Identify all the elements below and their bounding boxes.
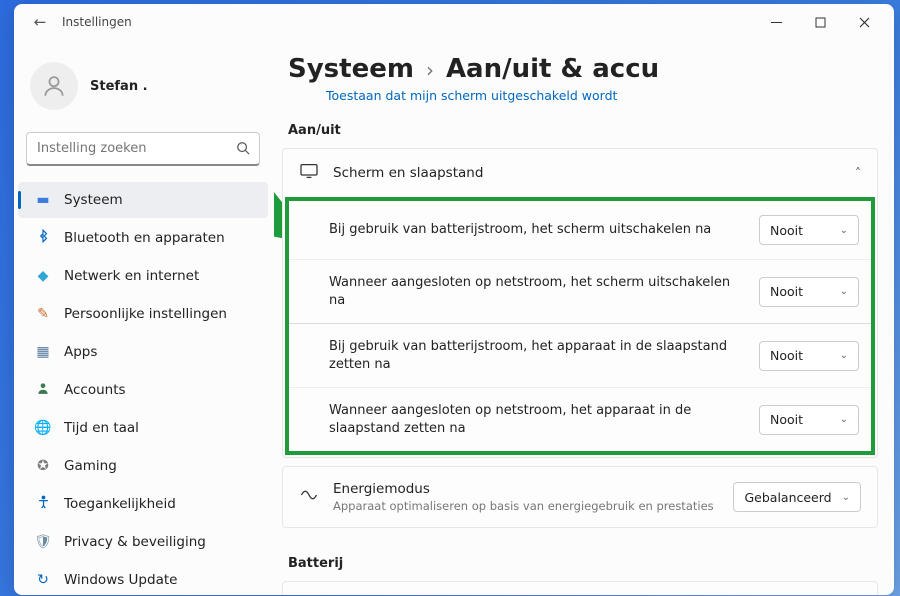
dropdown-value: Nooit: [770, 412, 803, 427]
back-button[interactable]: ←: [22, 13, 58, 31]
nav-list: ▬ Systeem Bluetooth en apparaten ◆ Netwe…: [18, 182, 268, 595]
highlighted-settings-group: Bij gebruik van batterijstroom, het sche…: [285, 197, 875, 455]
window-title: Instellingen: [62, 15, 132, 29]
dropdown-plugged-screen[interactable]: Nooit ⌄: [759, 277, 859, 307]
search-icon: [236, 141, 250, 159]
energy-mode-card: Energiemodus Apparaat optimaliseren op b…: [282, 466, 878, 528]
sidebar-item-apps[interactable]: ▦ Apps: [18, 334, 268, 370]
breadcrumb: Systeem › Aan/uit & accu: [282, 44, 878, 90]
chevron-down-icon: ⌄: [840, 225, 848, 236]
battery-saver-row[interactable]: Batterijbesparing De levensduur van de b…: [283, 582, 877, 595]
sidebar-item-label: Gaming: [64, 458, 117, 474]
sidebar-item-label: Netwerk en internet: [64, 268, 199, 284]
section-label-battery: Batterij: [282, 536, 878, 581]
setting-row-plugged-sleep: Wanneer aangesloten op netstroom, het ap…: [289, 387, 871, 451]
apps-icon: ▦: [34, 344, 52, 360]
sidebar-item-label: Apps: [64, 344, 97, 360]
accessibility-icon: [34, 495, 52, 514]
sidebar-item-label: Windows Update: [64, 572, 177, 588]
sidebar-item-label: Privacy & beveiliging: [64, 534, 206, 550]
globe-icon: 🌐: [34, 420, 52, 436]
breadcrumb-parent[interactable]: Systeem: [288, 54, 414, 84]
dropdown-value: Gebalanceerd: [744, 490, 831, 505]
card-subtitle: Apparaat optimaliseren op basis van ener…: [333, 499, 733, 513]
setting-label: Bij gebruik van batterijstroom, het appa…: [329, 338, 759, 373]
sidebar-item-label: Toegankelijkheid: [64, 496, 176, 512]
search-input[interactable]: [26, 132, 260, 166]
shield-icon: 🛡: [34, 534, 52, 550]
bluetooth-icon: [34, 229, 52, 247]
profile-name: Stefan .: [90, 79, 148, 94]
sidebar-item-systeem[interactable]: ▬ Systeem: [18, 182, 268, 218]
dropdown-battery-sleep[interactable]: Nooit ⌄: [759, 341, 859, 371]
section-label-power: Aan/uit: [282, 103, 878, 148]
user-icon: [34, 381, 52, 399]
setting-label: Bij gebruik van batterijstroom, het sche…: [329, 221, 759, 239]
maximize-button[interactable]: [798, 7, 842, 37]
sidebar-item-bluetooth[interactable]: Bluetooth en apparaten: [18, 220, 268, 256]
dropdown-value: Nooit: [770, 284, 803, 299]
energy-icon: [299, 487, 323, 507]
sidebar-item-accounts[interactable]: Accounts: [18, 372, 268, 408]
chevron-up-icon: ˄: [855, 166, 861, 180]
screen-sleep-card: Scherm en slaapstand ˄ Bij gebruik van b…: [282, 148, 878, 458]
card-title: Energiemodus: [333, 481, 733, 497]
setting-row-battery-screen: Bij gebruik van batterijstroom, het sche…: [289, 201, 871, 259]
avatar: [30, 62, 78, 110]
sidebar-item-tijd[interactable]: 🌐 Tijd en taal: [18, 410, 268, 446]
minimize-button[interactable]: [754, 7, 798, 37]
setting-label: Wanneer aangesloten op netstroom, het ap…: [329, 402, 759, 437]
sidebar-item-netwerk[interactable]: ◆ Netwerk en internet: [18, 258, 268, 294]
chevron-down-icon: ⌄: [842, 492, 850, 503]
sidebar-item-label: Bluetooth en apparaten: [64, 230, 225, 246]
truncated-setting-row[interactable]: Toestaan dat mijn scherm uitgeschakeld w…: [282, 88, 878, 103]
sidebar-item-label: Persoonlijke instellingen: [64, 306, 227, 322]
titlebar: ← Instellingen: [14, 4, 894, 40]
settings-window: ← Instellingen Stefan .: [14, 4, 894, 595]
screen-sleep-icon: [299, 163, 323, 183]
breadcrumb-current: Aan/uit & accu: [446, 54, 659, 84]
sidebar: Stefan . ▬ Systeem Bluetooth en apparate…: [14, 40, 274, 595]
battery-saver-card: Batterijbesparing De levensduur van de b…: [282, 581, 878, 595]
close-button[interactable]: [842, 7, 886, 37]
chevron-down-icon: ⌄: [840, 350, 848, 361]
setting-label: Wanneer aangesloten op netstroom, het sc…: [329, 274, 759, 309]
sidebar-item-update[interactable]: ↻ Windows Update: [18, 562, 268, 595]
dropdown-battery-screen[interactable]: Nooit ⌄: [759, 215, 859, 245]
sidebar-item-label: Systeem: [64, 192, 123, 208]
desktop-icon: ▬: [34, 192, 52, 208]
pencil-icon: ✎: [34, 306, 52, 322]
update-icon: ↻: [34, 572, 52, 588]
network-icon: ◆: [34, 268, 52, 284]
dropdown-value: Nooit: [770, 348, 803, 363]
setting-row-plugged-screen: Wanneer aangesloten op netstroom, het sc…: [289, 259, 871, 323]
main-content: Systeem › Aan/uit & accu Toestaan dat mi…: [274, 40, 894, 595]
sidebar-item-privacy[interactable]: 🛡 Privacy & beveiliging: [18, 524, 268, 560]
dropdown-energy-mode[interactable]: Gebalanceerd ⌄: [733, 482, 861, 512]
chevron-down-icon: ⌄: [840, 286, 848, 297]
chevron-down-icon: ⌄: [840, 414, 848, 425]
gaming-icon: ✪: [34, 458, 52, 474]
sidebar-item-label: Tijd en taal: [64, 420, 139, 436]
setting-row-battery-sleep: Bij gebruik van batterijstroom, het appa…: [289, 323, 871, 387]
screen-sleep-header[interactable]: Scherm en slaapstand ˄: [283, 149, 877, 197]
sidebar-item-personalisatie[interactable]: ✎ Persoonlijke instellingen: [18, 296, 268, 332]
chevron-right-icon: ›: [426, 58, 434, 82]
dropdown-plugged-sleep[interactable]: Nooit ⌄: [759, 405, 859, 435]
profile-block[interactable]: Stefan .: [18, 44, 268, 132]
card-title: Scherm en slaapstand: [333, 165, 855, 181]
sidebar-item-toegankelijkheid[interactable]: Toegankelijkheid: [18, 486, 268, 522]
dropdown-value: Nooit: [770, 223, 803, 238]
energy-mode-row[interactable]: Energiemodus Apparaat optimaliseren op b…: [283, 467, 877, 527]
sidebar-item-label: Accounts: [64, 382, 126, 398]
sidebar-item-gaming[interactable]: ✪ Gaming: [18, 448, 268, 484]
